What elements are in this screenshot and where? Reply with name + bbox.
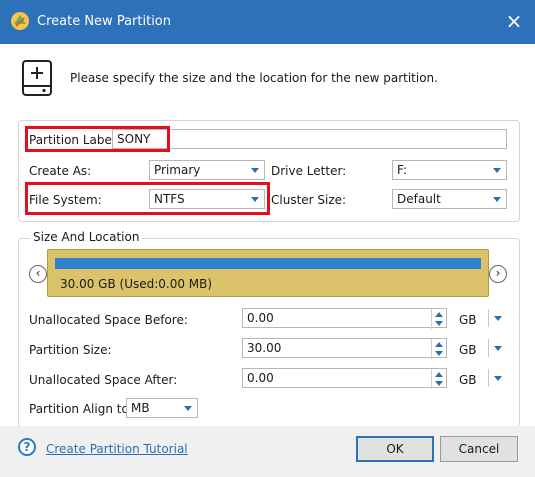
create-as-value: Primary [154,163,201,177]
chevron-down-icon [488,191,505,207]
size-location-title: Size And Location [30,230,143,244]
unallocated-before-input[interactable]: 0.00 [242,308,447,329]
close-button[interactable]: × [503,10,525,32]
partition-size-spinner[interactable] [431,339,446,359]
partition-size-label: Partition Size: [29,343,112,357]
disk-add-icon [22,60,52,96]
partition-size-bar[interactable]: 30.00 GB (Used:0.00 MB) [47,249,489,297]
create-partition-tutorial-link[interactable]: Create Partition Tutorial [46,442,188,456]
title-bar: Create New Partition × [0,0,535,44]
create-as-label: Create As: [29,164,92,178]
unallocated-before-label: Unallocated Space Before: [29,313,188,327]
cluster-size-value: Default [397,192,441,206]
partition-bar-text: 30.00 GB (Used:0.00 MB) [60,277,213,291]
partition-size-value: 30.00 [247,341,282,355]
spin-down-icon [435,351,443,356]
chevron-down-icon [488,162,505,178]
spin-up-icon [435,342,443,347]
unit-separator [488,309,489,327]
help-icon[interactable]: ? [18,438,36,456]
window-title: Create New Partition [37,14,171,29]
cancel-button[interactable]: Cancel [440,436,518,462]
drive-letter-label: Drive Letter: [271,164,347,178]
move-right-button[interactable]: › [489,265,507,283]
partition-label-input[interactable]: SONY [112,129,507,149]
unallocated-before-value: 0.00 [247,311,274,325]
partition-align-label: Partition Align to: [29,402,133,416]
partition-size-unit: GB [459,343,477,357]
chevron-down-icon [179,400,196,416]
header-instruction: Please specify the size and the location… [70,71,438,85]
partition-align-value: MB [131,401,150,415]
unallocated-after-value: 0.00 [247,371,274,385]
unallocated-after-spinner[interactable] [431,369,446,389]
cluster-size-label: Cluster Size: [271,193,347,207]
unallocated-after-unit: GB [459,373,477,387]
partition-align-select[interactable]: MB [126,398,198,418]
ok-button[interactable]: OK [356,436,434,462]
unallocated-before-spinner[interactable] [431,309,446,329]
unallocated-after-label: Unallocated Space After: [29,373,178,387]
chevron-down-icon [246,162,263,178]
unallocated-before-unit: GB [459,313,477,327]
highlight-file-system [25,182,270,215]
unit-dropdown-icon[interactable] [492,342,504,354]
unallocated-after-input[interactable]: 0.00 [242,368,447,389]
partition-bar-fill [55,258,481,269]
unit-dropdown-icon[interactable] [492,312,504,324]
cluster-size-select[interactable]: Default [392,189,507,209]
unit-separator [488,369,489,387]
create-as-select[interactable]: Primary [149,160,265,180]
drive-letter-value: F: [397,163,408,177]
unit-separator [488,339,489,357]
dialog-header: Please specify the size and the location… [0,44,535,120]
spin-down-icon [435,381,443,386]
drive-letter-select[interactable]: F: [392,160,507,180]
spin-up-icon [435,372,443,377]
highlight-partition-label [25,126,170,152]
partition-size-input[interactable]: 30.00 [242,338,447,359]
spin-up-icon [435,312,443,317]
app-logo-icon [11,12,29,30]
spin-down-icon [435,321,443,326]
move-left-button[interactable]: ‹ [29,265,47,283]
unit-dropdown-icon[interactable] [492,372,504,384]
